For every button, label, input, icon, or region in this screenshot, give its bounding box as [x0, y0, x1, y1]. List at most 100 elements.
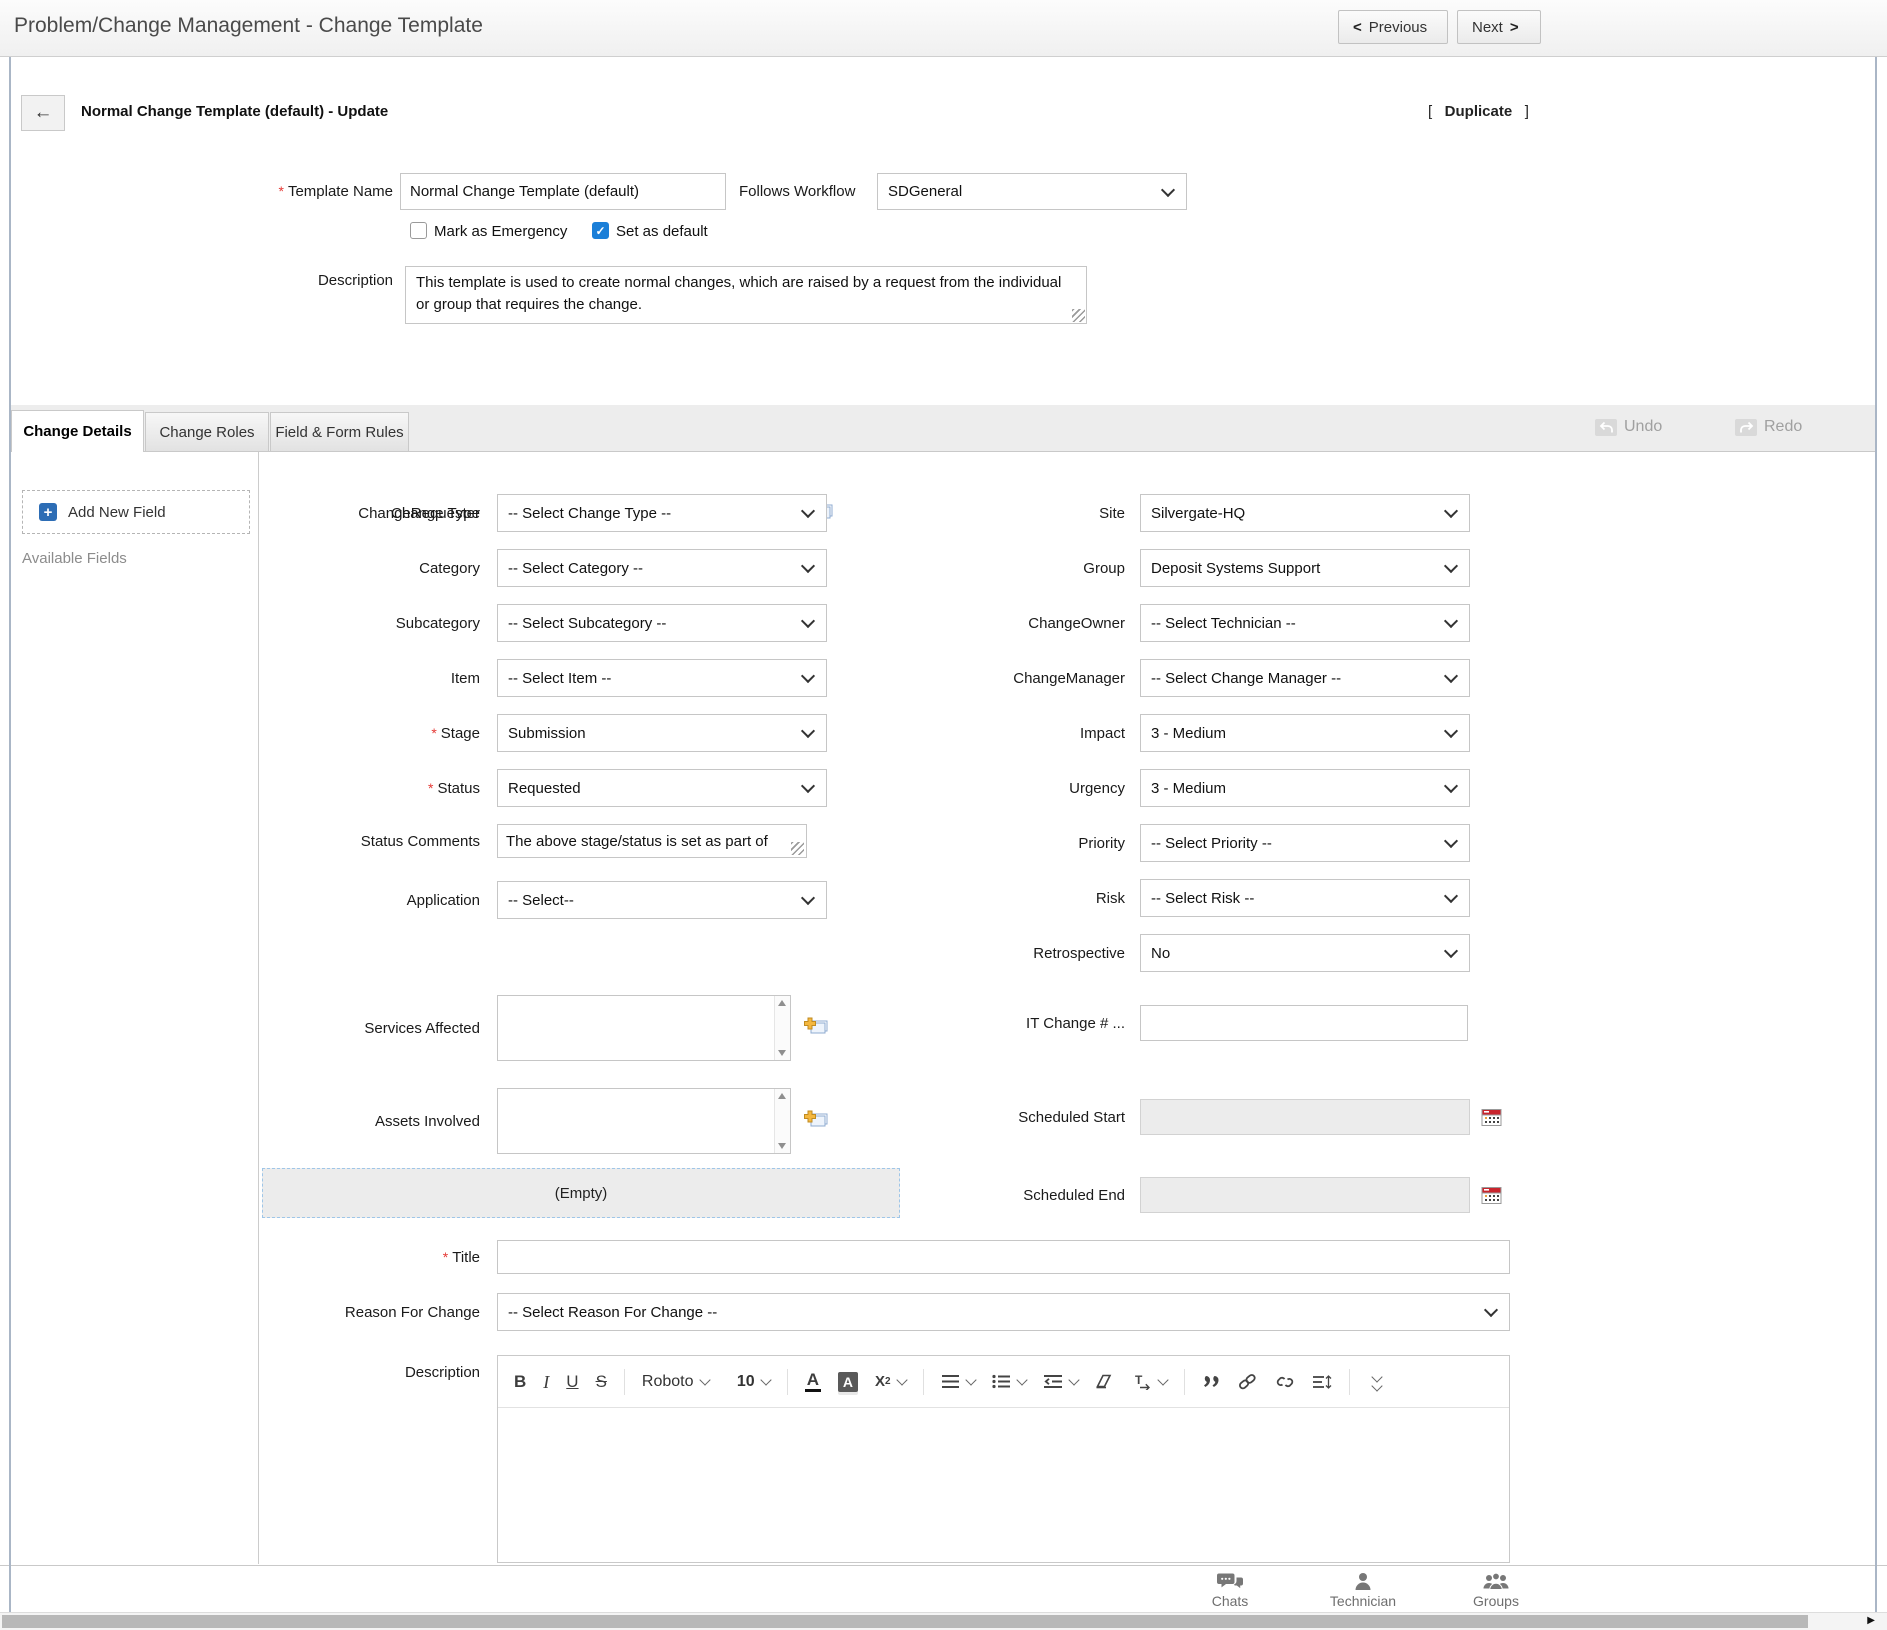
- line-height-button[interactable]: [1312, 1374, 1332, 1390]
- impact-select[interactable]: 3 - Medium: [1140, 714, 1470, 752]
- technician-button[interactable]: Technician: [1301, 1572, 1425, 1609]
- chevron-down-icon: [895, 1374, 908, 1386]
- urgency-select[interactable]: 3 - Medium: [1140, 769, 1470, 807]
- groups-button[interactable]: Groups: [1434, 1572, 1558, 1609]
- stage-select[interactable]: Submission: [497, 714, 827, 752]
- underline-button[interactable]: U: [566, 1373, 578, 1390]
- insert-link-button[interactable]: [1237, 1373, 1258, 1390]
- status-comments-field[interactable]: The above stage/status is set as part of: [497, 824, 807, 858]
- bold-button[interactable]: B: [514, 1373, 526, 1390]
- application-select[interactable]: -- Select--: [497, 881, 827, 919]
- add-items-icon[interactable]: [803, 1110, 829, 1131]
- assets-involved-box[interactable]: [497, 1088, 791, 1154]
- chevron-down-icon: [1015, 1374, 1028, 1386]
- scrollbar[interactable]: [774, 996, 790, 1060]
- follows-workflow-select[interactable]: SDGeneral: [877, 173, 1187, 210]
- calendar-icon[interactable]: [1481, 1107, 1502, 1127]
- changeowner-label: ChangeOwner: [1028, 614, 1125, 632]
- add-items-icon[interactable]: [803, 1017, 829, 1038]
- highlight-color-button[interactable]: A: [837, 1371, 858, 1392]
- reason-for-change-select[interactable]: -- Select Reason For Change --: [497, 1293, 1510, 1331]
- more-options-button[interactable]: [1370, 1371, 1383, 1392]
- change-type-select[interactable]: -- Select Change Type --: [497, 494, 827, 532]
- align-dropdown[interactable]: [941, 1374, 977, 1389]
- priority-select[interactable]: -- Select Priority --: [1140, 824, 1470, 862]
- tab-change-details[interactable]: Change Details: [11, 410, 144, 452]
- title-input[interactable]: [497, 1240, 1510, 1274]
- status-select[interactable]: Requested: [497, 769, 827, 807]
- scrollbar[interactable]: [774, 1089, 790, 1153]
- strikethrough-button[interactable]: S: [596, 1373, 607, 1390]
- changeowner-select[interactable]: -- Select Technician --: [1140, 604, 1470, 642]
- chevron-down-icon: [800, 778, 816, 794]
- retrospective-label: Retrospective: [1033, 944, 1125, 962]
- subcategory-value: -- Select Subcategory --: [508, 614, 667, 632]
- font-family-dropdown[interactable]: Roboto: [642, 1373, 720, 1390]
- toolbar-divider: [922, 1368, 924, 1395]
- required-asterisk: *: [428, 780, 434, 796]
- redo-button[interactable]: Redo: [1735, 418, 1802, 436]
- clear-format-button[interactable]: [1095, 1374, 1115, 1389]
- set-as-default-checkbox[interactable]: [592, 222, 609, 239]
- category-select[interactable]: -- Select Category --: [497, 549, 827, 587]
- chevron-down-icon: [800, 890, 816, 906]
- description-editor-body[interactable]: [498, 1408, 1509, 1562]
- tab-change-roles[interactable]: Change Roles: [145, 412, 269, 451]
- frame-right-border: [1875, 57, 1877, 1612]
- list-dropdown[interactable]: [991, 1374, 1028, 1389]
- application-label: Application: [406, 891, 480, 909]
- chats-button[interactable]: Chats: [1168, 1572, 1292, 1609]
- toolbar-divider: [1348, 1368, 1350, 1395]
- risk-label: Risk: [1095, 889, 1125, 907]
- chevron-left-icon: <: [1353, 18, 1362, 36]
- resize-grip-icon[interactable]: [791, 842, 804, 855]
- chevron-down-icon: [800, 668, 816, 684]
- scroll-down-icon[interactable]: [778, 1143, 786, 1149]
- scroll-up-icon[interactable]: [778, 1093, 786, 1099]
- italic-button[interactable]: I: [543, 1373, 549, 1391]
- next-button[interactable]: Next >: [1457, 10, 1541, 44]
- redo-label: Redo: [1764, 418, 1803, 435]
- item-select[interactable]: -- Select Item --: [497, 659, 827, 697]
- horizontal-scrollbar[interactable]: [0, 1612, 1887, 1630]
- unlink-button[interactable]: [1275, 1374, 1295, 1390]
- retrospective-select[interactable]: No: [1140, 934, 1470, 972]
- group-label: Group: [1083, 559, 1125, 577]
- text-color-button[interactable]: A: [804, 1371, 821, 1392]
- scroll-right-arrow-icon[interactable]: [1867, 1615, 1875, 1626]
- scrollbar-thumb[interactable]: [2, 1615, 1808, 1628]
- risk-select[interactable]: -- Select Risk --: [1140, 879, 1470, 917]
- impact-value: 3 - Medium: [1151, 724, 1227, 742]
- changemanager-select[interactable]: -- Select Change Manager --: [1140, 659, 1470, 697]
- template-name-input[interactable]: [400, 173, 726, 210]
- scroll-down-icon[interactable]: [778, 1050, 786, 1056]
- it-change-input[interactable]: [1140, 1005, 1468, 1041]
- chevron-down-icon: [1370, 1380, 1383, 1392]
- site-select[interactable]: Silvergate-HQ: [1140, 494, 1470, 532]
- groups-label: Groups: [1473, 1593, 1519, 1609]
- chats-label: Chats: [1211, 1593, 1249, 1609]
- subcategory-select[interactable]: -- Select Subcategory --: [497, 604, 827, 642]
- status-comments-value: The above stage/status is set as part of: [506, 832, 768, 850]
- change-template-page: Problem/Change Management - Change Templ…: [0, 0, 1887, 1630]
- text-direction-dropdown[interactable]: T: [1132, 1374, 1169, 1390]
- group-select[interactable]: Deposit Systems Support: [1140, 549, 1470, 587]
- duplicate-button[interactable]: Duplicate: [1428, 103, 1529, 120]
- blockquote-button[interactable]: [1202, 1375, 1220, 1389]
- template-description-textarea[interactable]: This template is used to create normal c…: [405, 266, 1087, 324]
- reason-for-change-value: -- Select Reason For Change --: [508, 1303, 718, 1321]
- add-new-field-button[interactable]: Add New Field: [22, 490, 250, 534]
- calendar-icon[interactable]: [1481, 1185, 1502, 1205]
- resize-grip-icon[interactable]: [1072, 309, 1085, 322]
- previous-button[interactable]: < Previous: [1338, 10, 1448, 44]
- back-button[interactable]: [21, 95, 65, 131]
- indent-dropdown[interactable]: [1043, 1374, 1080, 1389]
- undo-button[interactable]: Undo: [1595, 418, 1662, 436]
- services-affected-box[interactable]: [497, 995, 791, 1061]
- font-size-dropdown[interactable]: 10: [737, 1373, 772, 1390]
- mark-as-emergency-checkbox[interactable]: [410, 222, 427, 239]
- status-comments-label: Status Comments: [360, 832, 480, 850]
- scroll-up-icon[interactable]: [778, 1000, 786, 1006]
- tab-field-form-rules[interactable]: Field & Form Rules: [270, 412, 409, 451]
- superscript-dropdown[interactable]: X2: [875, 1374, 908, 1389]
